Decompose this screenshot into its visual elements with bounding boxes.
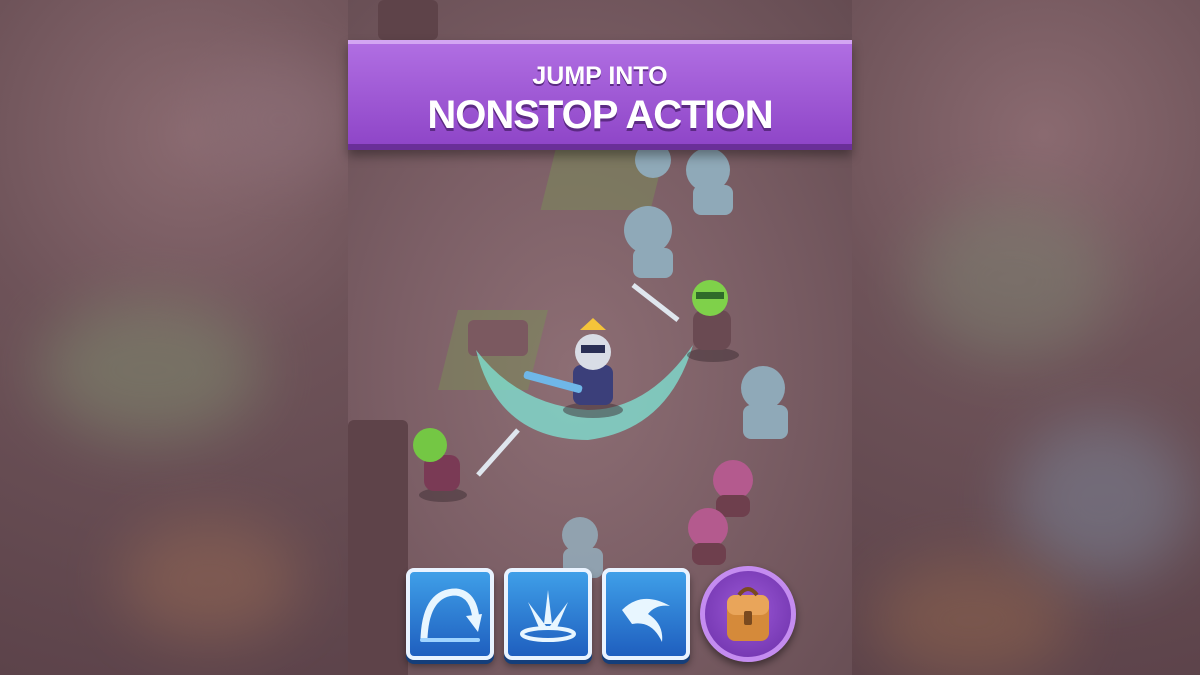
dash-ability-button[interactable] — [602, 568, 690, 660]
banner-line-2: NONSTOP ACTION — [427, 93, 773, 137]
right-blurred-backdrop — [852, 0, 1200, 675]
backpack-icon — [727, 587, 769, 641]
cultist-enemy — [688, 508, 728, 565]
burst-icon — [520, 590, 576, 642]
goblin-enemy — [631, 280, 739, 362]
zombie-enemy — [686, 148, 733, 215]
zombie-enemy — [741, 366, 788, 439]
ground-burst-ability-button[interactable] — [504, 568, 592, 660]
arc-down-icon — [420, 588, 482, 642]
swoosh-icon — [622, 598, 670, 642]
promo-banner: JUMP INTO NONSTOP ACTION — [348, 40, 852, 150]
leap-slam-ability-button[interactable] — [406, 568, 494, 660]
goblin-enemy — [413, 428, 520, 502]
cultist-enemy — [713, 460, 753, 517]
zombie-enemy — [624, 206, 673, 278]
left-blurred-backdrop — [0, 0, 348, 675]
inventory-button[interactable] — [700, 566, 796, 662]
banner-line-1: JUMP INTO — [532, 62, 668, 90]
